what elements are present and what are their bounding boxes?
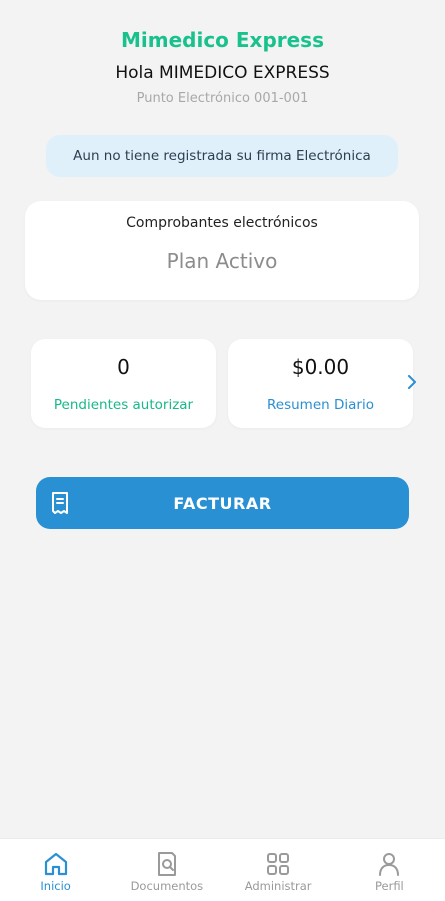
invoice-button-label: FACTURAR <box>173 493 272 513</box>
nav-label-inicio: Inicio <box>40 879 71 893</box>
nav-item-perfil[interactable]: Perfil <box>334 839 445 901</box>
nav-item-inicio[interactable]: Inicio <box>0 839 111 901</box>
plan-card: Comprobantes electrónicos Plan Activo <box>25 201 419 300</box>
daily-label: Resumen Diario <box>267 397 374 413</box>
bottom-navigation: Inicio Documentos Administrar Perfil <box>0 838 445 901</box>
nav-item-documentos[interactable]: Documentos <box>111 839 222 901</box>
plan-card-title: Comprobantes electrónicos <box>126 215 318 231</box>
nav-label-perfil: Perfil <box>374 879 404 893</box>
pending-count: 0 <box>117 355 130 379</box>
nav-label-administrar: Administrar <box>244 879 312 893</box>
user-icon <box>379 853 400 876</box>
daily-amount: $0.00 <box>291 355 350 379</box>
chevron-right-icon[interactable] <box>405 375 419 389</box>
pending-label: Pendientes autorizar <box>53 397 194 413</box>
signature-alert[interactable]: Aun no tiene registrada su firma Electró… <box>46 135 398 177</box>
nav-item-administrar[interactable]: Administrar <box>223 839 334 901</box>
home-icon <box>44 852 67 876</box>
document-search-icon <box>157 852 176 876</box>
receipt-icon <box>52 492 68 514</box>
plan-status: Plan Activo <box>166 249 278 273</box>
grid-icon <box>267 853 290 875</box>
emission-point-text: Punto Electrónico 001-001 <box>136 91 309 106</box>
invoice-button[interactable]: FACTURAR <box>36 477 409 529</box>
daily-summary-card[interactable]: $0.00 Resumen Diario <box>228 339 416 428</box>
pending-authorization-card[interactable]: 0 Pendientes autorizar <box>31 339 216 428</box>
brand-title: Mimedico Express <box>120 28 324 52</box>
nav-label-documentos: Documentos <box>130 879 204 893</box>
signature-alert-text: Aun no tiene registrada su firma Electró… <box>73 148 371 164</box>
greeting-text: Hola MIMEDICO EXPRESS <box>115 63 330 83</box>
